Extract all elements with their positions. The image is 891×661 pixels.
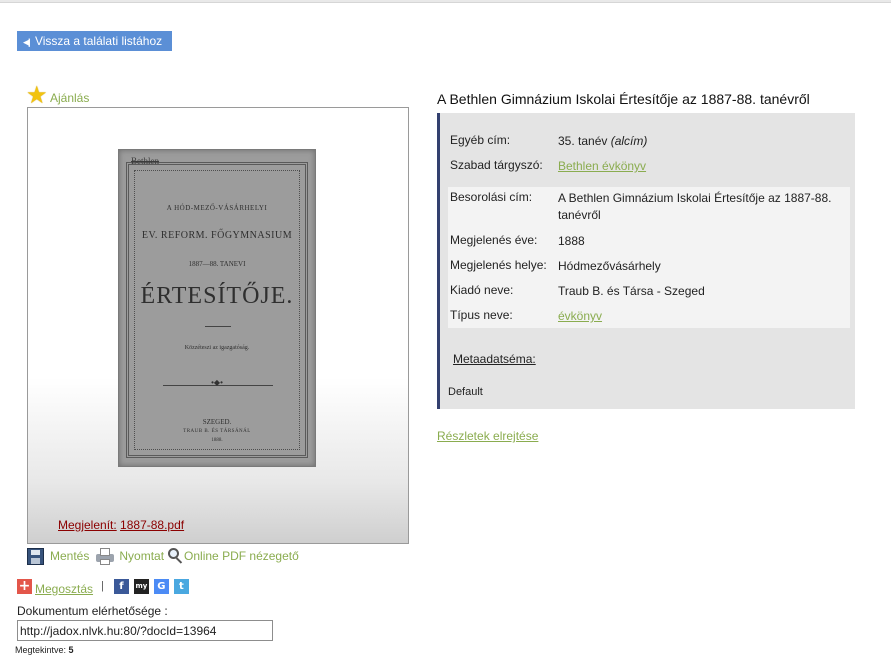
metadata-schema-value: Default: [448, 386, 483, 398]
share-separator: |: [101, 580, 104, 592]
share-link[interactable]: Megosztás: [35, 582, 93, 596]
save-label: Mentés: [50, 549, 90, 563]
cover-title: ÉRTESÍTŐJE.: [140, 283, 294, 309]
tools-row: Mentés Nyomtat Online PDF nézegető: [27, 545, 299, 567]
print-button[interactable]: Nyomtat: [89, 547, 165, 565]
cover-preview: Bethlen A HÓD-MEZŐ-VÁSÁRHELYI EV. REFORM…: [27, 107, 409, 544]
metadata-schema-label[interactable]: Metaadatséma:: [453, 352, 536, 366]
cover-inner-frame: [134, 170, 300, 450]
cover-image[interactable]: Bethlen A HÓD-MEZŐ-VÁSÁRHELYI EV. REFORM…: [118, 149, 316, 467]
other-title-value: 35. tanév: [558, 134, 608, 148]
back-chevron-icon: ◀||: [23, 37, 30, 47]
top-border: [0, 0, 891, 3]
field-key: Kiadó neve:: [450, 283, 514, 297]
cover-line-5: Közzéteszi az igazgatóság.: [184, 345, 250, 351]
record-title: A Bethlen Gimnázium Iskolai Értesítője a…: [437, 91, 810, 107]
printer-icon: [96, 547, 115, 565]
metadata-panel: Egyéb cím: 35. tanév (alcím) Szabad tárg…: [437, 113, 855, 409]
field-key: Típus neve:: [450, 308, 513, 322]
google-icon[interactable]: G: [153, 578, 169, 594]
recommend-link[interactable]: ★ Ajánlás: [26, 84, 89, 108]
display-label: Megjelenít:: [58, 518, 117, 532]
pdf-viewer-button[interactable]: Online PDF nézegető: [164, 548, 299, 564]
field-value: Hódmezővásárhely: [558, 259, 661, 273]
field-key: Megjelenés helye:: [450, 258, 547, 272]
cover-line-8: 1888.: [211, 438, 223, 443]
cover-line-3: 1887—88. TANEVI: [188, 260, 246, 268]
share-row: + Megosztás | f my G t: [17, 577, 194, 596]
field-key: Szabad tárgyszó:: [450, 158, 543, 172]
save-button[interactable]: Mentés: [27, 547, 90, 565]
pdf-viewer-label: Online PDF nézegető: [184, 549, 299, 563]
field-value: 1888: [558, 234, 585, 248]
field-value: 35. tanév (alcím): [558, 133, 843, 150]
cover-rule: [205, 326, 231, 327]
type-link[interactable]: évkönyv: [558, 308, 843, 325]
field-value: Traub B. és Társa - Szeged: [558, 284, 705, 298]
display-file-link[interactable]: 1887-88.pdf: [120, 518, 184, 532]
magnifier-icon: [168, 548, 184, 564]
cover-line-1: A HÓD-MEZŐ-VÁSÁRHELYI: [166, 204, 268, 212]
floppy-disk-icon: [27, 547, 44, 565]
facebook-icon[interactable]: f: [113, 578, 129, 594]
star-icon: ★: [26, 82, 48, 109]
availability-url-field[interactable]: [17, 620, 273, 641]
field-key: Megjelenés éve:: [450, 233, 538, 247]
back-button-label: Vissza a találati listához: [34, 34, 163, 48]
twitter-icon[interactable]: t: [173, 578, 189, 594]
view-count: Megtekintve: 5: [15, 645, 74, 655]
views-count: 5: [68, 645, 74, 655]
field-key: Egyéb cím:: [450, 133, 511, 147]
cover-stamp: Bethlen: [131, 156, 159, 166]
back-to-results-button[interactable]: ◀|| Vissza a találati listához: [17, 31, 172, 51]
print-label: Nyomtat: [119, 549, 165, 563]
myspace-icon[interactable]: my: [133, 578, 149, 594]
cover-line-6: SZEGED.: [202, 418, 232, 426]
free-subject-link[interactable]: Bethlen évkönyv: [558, 158, 843, 175]
field-value: A Bethlen Gimnázium Iskolai Értesítője a…: [558, 191, 832, 222]
cover-ornament-icon: •◆•: [211, 378, 223, 387]
availability-label: Dokumentum elérhetősége :: [17, 604, 168, 618]
field-key: Besorolási cím:: [450, 190, 533, 204]
plus-icon[interactable]: +: [17, 578, 32, 594]
display-row: Megjelenít: 1887-88.pdf: [58, 518, 184, 532]
recommend-label: Ajánlás: [50, 91, 90, 105]
cover-line-7: TRAUB B. ÉS TÁRSÁNÁL: [183, 429, 251, 434]
views-label: Megtekintve:: [15, 645, 67, 655]
hide-details-link[interactable]: Részletek elrejtése: [437, 429, 538, 443]
cover-line-2: EV. REFORM. FŐGYMNASIUM: [141, 230, 293, 241]
other-title-suffix: (alcím): [610, 134, 648, 148]
